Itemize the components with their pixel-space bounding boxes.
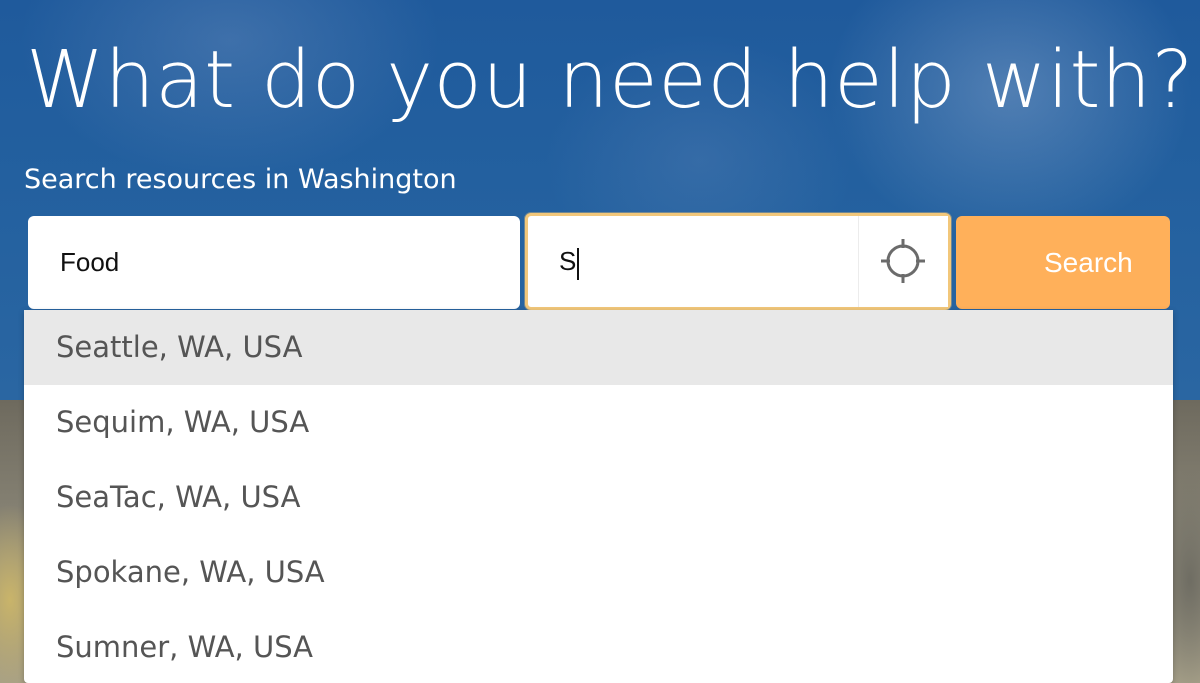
use-my-location-button[interactable] [858,216,948,307]
need-input[interactable] [28,216,520,309]
search-button[interactable]: Search [956,216,1170,309]
page-headline: What do you need help with? [26,34,1194,126]
text-cursor [577,248,579,280]
location-suggestions-dropdown: Seattle, WA, USA Sequim, WA, USA SeaTac,… [24,310,1173,683]
page-subheadline: Search resources in Washington [24,164,457,195]
page: What do you need help with? Search resou… [0,0,1200,683]
need-field[interactable] [28,216,520,309]
crosshair-icon [881,239,925,283]
suggestion-item[interactable]: Spokane, WA, USA [24,535,1173,610]
suggestion-item[interactable]: Sequim, WA, USA [24,385,1173,460]
suggestion-item[interactable]: Sumner, WA, USA [24,610,1173,683]
suggestion-item[interactable]: SeaTac, WA, USA [24,460,1173,535]
suggestion-item[interactable]: Seattle, WA, USA [24,310,1173,385]
search-button-label: Search [1044,247,1133,278]
